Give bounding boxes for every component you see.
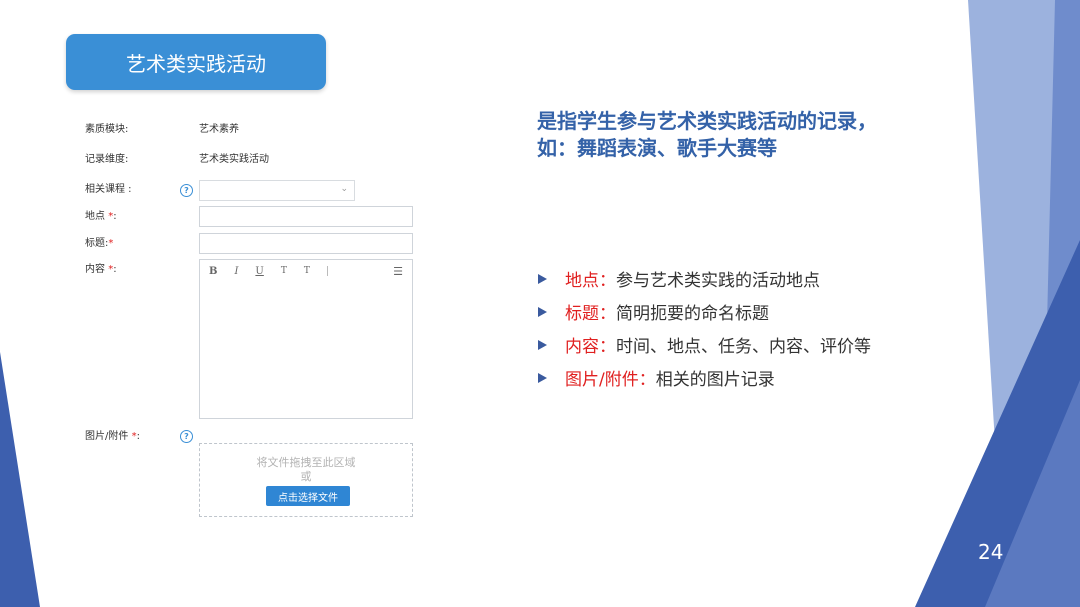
chevron-down-icon: ⌄: [340, 184, 348, 194]
location-label-suffix: :: [113, 211, 117, 222]
bullet-key: 图片/附件: [565, 370, 639, 390]
page-number: 24: [978, 540, 1004, 564]
select-file-button[interactable]: 点击选择文件: [266, 486, 350, 506]
location-input[interactable]: [199, 206, 413, 227]
subscript-button[interactable]: T: [304, 266, 310, 276]
bullet-item: 图片/附件：相关的图片记录: [538, 361, 918, 394]
attachment-label-suffix: :: [136, 431, 140, 442]
description-text: 是指学生参与艺术类实践活动的记录，如：舞蹈表演、歌手大赛等: [537, 109, 877, 160]
superscript-button[interactable]: T: [281, 266, 287, 276]
help-icon[interactable]: ?: [180, 184, 193, 197]
triangle-bullet-icon: [538, 339, 547, 350]
help-icon[interactable]: ?: [180, 430, 193, 443]
content-label-suffix: :: [113, 264, 117, 275]
location-label-text: 地点: [85, 211, 105, 222]
bullet-text: 相关的图片记录: [655, 370, 775, 390]
content-editor[interactable]: B I U T T ☰: [199, 259, 413, 419]
triangle-bullet-icon: [538, 372, 547, 383]
bullet-key: 标题: [565, 304, 599, 324]
dropzone-hint: 将文件拖拽至此区域: [256, 456, 356, 469]
title-label-text: 标题:: [85, 238, 109, 249]
bullet-sep: ：: [599, 337, 616, 357]
location-label: 地点 *:: [85, 210, 117, 224]
bullet-key: 内容: [565, 337, 599, 357]
toolbar-divider: [326, 266, 328, 276]
record-dimension-value: 艺术类实践活动: [199, 154, 269, 165]
bullet-key: 地点: [565, 271, 599, 291]
dropzone-or: 或: [300, 470, 312, 483]
deco-left: [0, 352, 40, 607]
underline-button[interactable]: U: [255, 266, 263, 277]
editor-toolbar: B I U T T: [200, 260, 412, 282]
content-label-text: 内容: [85, 264, 105, 275]
file-dropzone[interactable]: 将文件拖拽至此区域 或 点击选择文件: [199, 443, 413, 517]
bold-button[interactable]: B: [209, 266, 217, 277]
menu-icon[interactable]: ☰: [393, 265, 403, 278]
bullet-item: 内容：时间、地点、任务、内容、评价等: [538, 328, 918, 361]
quality-module-value: 艺术素养: [199, 124, 239, 135]
related-course-label: 相关课程 :: [85, 184, 132, 195]
title-label: 标题:*: [85, 237, 113, 251]
italic-button[interactable]: I: [234, 266, 238, 277]
triangle-bullet-icon: [538, 306, 547, 317]
bullet-sep: ：: [599, 271, 616, 291]
attachment-label-text: 图片/附件: [85, 431, 129, 442]
bullet-text: 时间、地点、任务、内容、评价等: [616, 337, 871, 357]
bullet-item: 标题：简明扼要的命名标题: [538, 295, 918, 328]
bullet-sep: ：: [599, 304, 616, 324]
bullet-text: 参与艺术类实践的活动地点: [616, 271, 820, 291]
title-input[interactable]: [199, 233, 413, 254]
related-course-select[interactable]: ⌄: [199, 180, 355, 201]
required-mark: *: [108, 238, 114, 249]
bullet-item: 地点：参与艺术类实践的活动地点: [538, 262, 918, 295]
bullet-sep: ：: [638, 370, 656, 390]
field-explanations: 地点：参与艺术类实践的活动地点 标题：简明扼要的命名标题 内容：时间、地点、任务…: [538, 262, 918, 394]
triangle-bullet-icon: [538, 273, 547, 284]
record-dimension-label: 记录维度:: [85, 154, 129, 165]
content-label: 内容 *:: [85, 263, 117, 277]
quality-module-label: 素质模块:: [85, 124, 129, 135]
slide-title: 艺术类实践活动: [66, 34, 326, 90]
bullet-text: 简明扼要的命名标题: [616, 304, 769, 324]
attachment-label: 图片/附件 *:: [85, 430, 140, 444]
